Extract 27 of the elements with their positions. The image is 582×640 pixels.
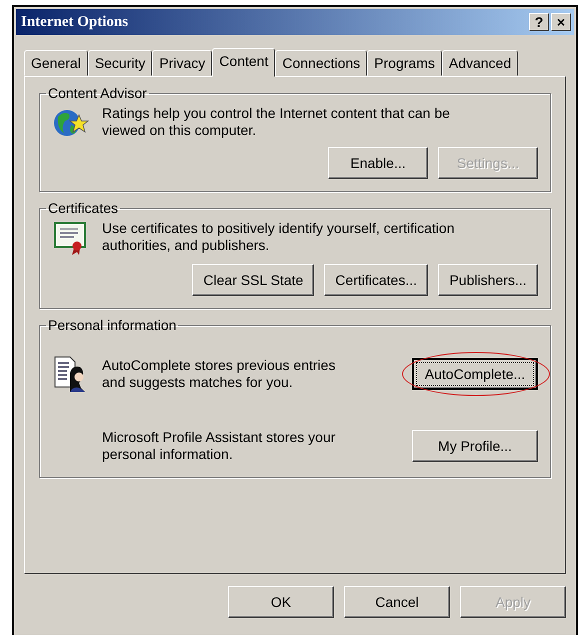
group-title: Certificates xyxy=(47,200,120,216)
close-button[interactable]: × xyxy=(551,13,571,31)
description-text: Use certificates to positively identify yourself, certification authorities, and publishers. xyxy=(102,220,456,254)
tab[interactable]: Programs xyxy=(367,50,442,76)
tab[interactable]: Content xyxy=(212,48,276,77)
dialog-button[interactable]: Certificates... xyxy=(324,264,428,296)
tab[interactable]: Connections xyxy=(275,50,368,76)
dialog-button[interactable]: My Profile... xyxy=(412,430,538,462)
tab[interactable]: Advanced xyxy=(442,50,518,76)
dialog-button[interactable]: Clear SSL State xyxy=(192,264,314,296)
dialog-button[interactable]: Publishers... xyxy=(438,264,538,296)
window-title: Internet Options xyxy=(21,14,128,30)
document-person-icon xyxy=(54,355,88,393)
description-text: AutoComplete stores previous entries and suggests matches for you. xyxy=(102,357,336,391)
group-title: Content Advisor xyxy=(47,85,148,101)
description-text: Microsoft Profile Assistant stores your personal information. xyxy=(102,429,336,463)
dialog-button[interactable]: OK xyxy=(228,586,334,618)
description-text: Ratings help you control the Internet content that can be viewed on this computer. xyxy=(102,105,451,139)
certificate-icon xyxy=(54,220,88,256)
group-title: Personal information xyxy=(47,317,178,333)
dialog-button[interactable]: Cancel xyxy=(344,586,450,618)
help-button[interactable]: ? xyxy=(529,13,549,31)
tab[interactable]: Privacy xyxy=(152,50,212,76)
dialog-button[interactable]: AutoComplete... xyxy=(412,358,538,390)
tab[interactable]: Security xyxy=(88,50,152,76)
dialog-button[interactable]: Enable... xyxy=(328,147,428,179)
tab[interactable]: General xyxy=(24,50,88,76)
